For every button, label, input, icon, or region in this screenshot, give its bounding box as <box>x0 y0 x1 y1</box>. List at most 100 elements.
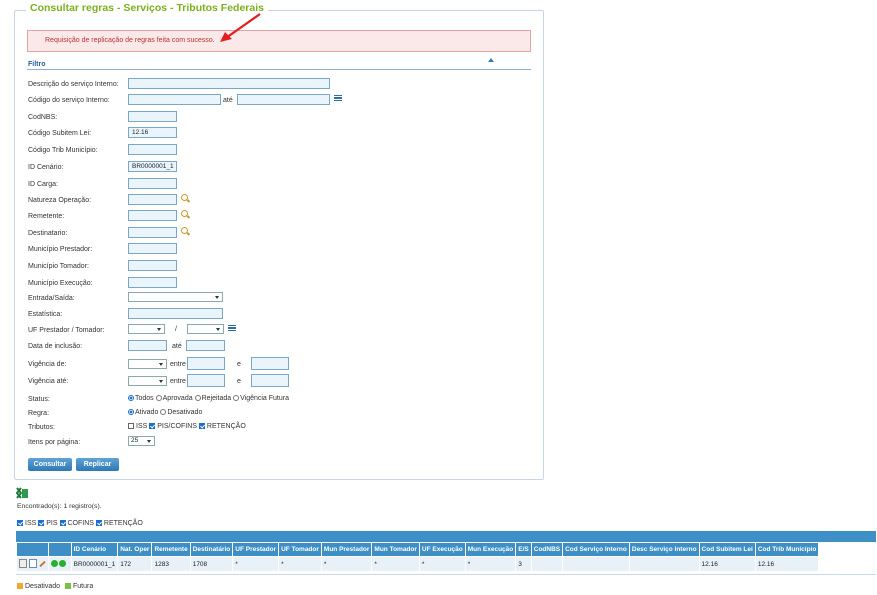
red-arrow-icon <box>220 13 261 42</box>
tributos-pis-cofins-checkbox[interactable]: PIS/COFINS <box>149 423 197 430</box>
cell-nat-oper: 172 <box>117 556 153 572</box>
edit-icon[interactable] <box>38 560 46 568</box>
remetente-label: Remetente: <box>28 213 65 220</box>
list-icon[interactable] <box>334 95 342 103</box>
codigo-servico-input-2[interactable] <box>237 94 330 105</box>
estatistica-input[interactable] <box>128 308 223 319</box>
cenario-input[interactable]: BR0000001_1 <box>128 161 177 172</box>
status-aprovada-radio[interactable]: Aprovada <box>155 395 193 402</box>
regra-desativado-radio[interactable]: Desativado <box>160 409 202 416</box>
col-uf-prestador[interactable]: UF Prestador <box>232 542 280 557</box>
tributos-retencao-checkbox[interactable]: RETENÇÃO <box>198 423 246 430</box>
status-rejeitada-radio[interactable]: Rejeitada <box>194 395 231 402</box>
col-es[interactable]: E/S <box>515 542 532 557</box>
col-codnbs[interactable]: CodNBS <box>530 542 564 557</box>
col-id-cenario[interactable]: ID Cenário <box>70 542 119 557</box>
entrada-saida-select[interactable] <box>128 292 223 302</box>
data-inclusao-label: Data de inclusão: <box>28 343 83 350</box>
codigo-servico-label: Código do serviço Interno: <box>28 97 110 104</box>
itens-select[interactable]: 25 <box>128 436 155 446</box>
codigo-servico-input[interactable] <box>128 94 221 105</box>
cell-id-cenario: BR0000001_1 <box>70 556 119 572</box>
vigencia-ate-e: e <box>237 378 241 385</box>
toggle-iss[interactable]: ISS <box>17 520 36 527</box>
destinatario-label: Destinatario: <box>28 230 68 237</box>
codnbs-input[interactable] <box>128 111 177 122</box>
approved-status-icon <box>58 560 66 567</box>
active-status-icon <box>50 560 58 567</box>
futura-swatch <box>64 583 71 589</box>
vigencia-de-from[interactable] <box>187 357 225 370</box>
col-trib-municipio[interactable]: Cod Trib Município <box>754 542 820 557</box>
destinatario-input[interactable] <box>128 227 177 238</box>
col-destinatario[interactable]: Destinatário <box>189 542 234 557</box>
vigencia-de-to[interactable] <box>251 357 289 370</box>
col-actions <box>16 542 49 557</box>
uf-list-icon[interactable] <box>228 325 236 333</box>
status-futura-radio[interactable]: Vigência Futura <box>233 395 289 402</box>
vigencia-de-entre: entre <box>170 361 186 368</box>
toggle-retencao[interactable]: RETENÇÃO <box>95 520 143 527</box>
status-legend: Desativado Futura <box>17 583 93 590</box>
col-mun-execucao[interactable]: Mun Execução <box>464 542 517 557</box>
excel-export-icon[interactable] <box>16 487 29 499</box>
data-inclusao-to[interactable] <box>186 340 225 351</box>
col-status <box>47 542 72 557</box>
carga-input[interactable] <box>128 178 177 189</box>
mun-tomador-input[interactable] <box>128 260 177 271</box>
subitem-input[interactable]: 12.16 <box>128 127 177 138</box>
col-cod-servico[interactable]: Cod Serviço Interno <box>562 542 630 557</box>
col-mun-prestador[interactable]: Mun Prestador <box>320 542 373 557</box>
vigencia-ate-from[interactable] <box>187 374 225 387</box>
cell-uf-execucao: * <box>418 556 466 572</box>
mun-tomador-label: Município Tomador: <box>28 263 89 270</box>
col-mun-tomador[interactable]: Mun Tomador <box>371 542 420 557</box>
col-subitem[interactable]: Cod Subitem Lei <box>698 542 756 557</box>
table-bottom-line <box>16 574 876 575</box>
view-icon[interactable] <box>19 559 27 568</box>
col-remetente[interactable]: Remetente <box>151 542 191 557</box>
natureza-search-icon[interactable] <box>181 194 188 201</box>
vigencia-ate-select[interactable] <box>128 376 167 386</box>
cell-mun-execucao: * <box>464 556 517 572</box>
destinatario-search-icon[interactable] <box>181 227 188 234</box>
uf-prestador-select[interactable] <box>128 324 165 334</box>
itens-label: Itens por página: <box>28 439 81 446</box>
status-label: Status: <box>28 396 50 403</box>
collapse-caret-icon[interactable] <box>488 58 494 62</box>
vigencia-ate-to[interactable] <box>251 374 289 387</box>
regra-label: Regra: <box>28 410 50 417</box>
remetente-search-icon[interactable] <box>181 210 188 217</box>
regra-radio-group: Ativado Desativado <box>128 409 202 416</box>
data-inclusao-from[interactable] <box>128 340 167 351</box>
col-uf-execucao[interactable]: UF Execução <box>418 542 466 557</box>
mun-prestador-input[interactable] <box>128 243 177 254</box>
replicar-button[interactable]: Replicar <box>76 458 119 471</box>
toggle-cofins[interactable]: COFINS <box>59 520 94 527</box>
table-row[interactable]: BR0000001_1 172 1283 1708 * * * * * * 3 … <box>16 556 820 572</box>
row-actions <box>16 556 49 572</box>
col-uf-tomador[interactable]: UF Tomador <box>278 542 322 557</box>
table-top-bar <box>16 531 876 542</box>
descricao-input[interactable] <box>128 78 330 89</box>
copy-icon[interactable] <box>28 559 37 568</box>
cell-uf-tomador: * <box>278 556 322 572</box>
col-desc-servico[interactable]: Desc Serviço Interno <box>628 542 700 557</box>
col-nat-oper[interactable]: Nat. Oper <box>117 542 153 557</box>
trib-municipio-input[interactable] <box>128 144 177 155</box>
consultar-button[interactable]: Consultar <box>28 458 72 471</box>
cell-mun-tomador: * <box>371 556 420 572</box>
toggle-pis[interactable]: PIS <box>38 520 58 527</box>
remetente-input[interactable] <box>128 210 177 221</box>
regra-ativado-radio[interactable]: Ativado <box>128 409 158 416</box>
natureza-input[interactable] <box>128 194 177 205</box>
mun-execucao-input[interactable] <box>128 277 177 288</box>
tributos-iss-checkbox[interactable]: ISS <box>128 423 147 430</box>
codnbs-label: CodNBS: <box>28 114 58 121</box>
uf-tomador-select[interactable] <box>187 324 224 334</box>
vigencia-de-e: e <box>237 361 241 368</box>
vigencia-de-select[interactable] <box>128 359 167 369</box>
status-todos-radio[interactable]: Todos <box>128 395 154 402</box>
cell-uf-prestador: * <box>232 556 280 572</box>
mun-prestador-label: Município Prestador: <box>28 246 93 253</box>
